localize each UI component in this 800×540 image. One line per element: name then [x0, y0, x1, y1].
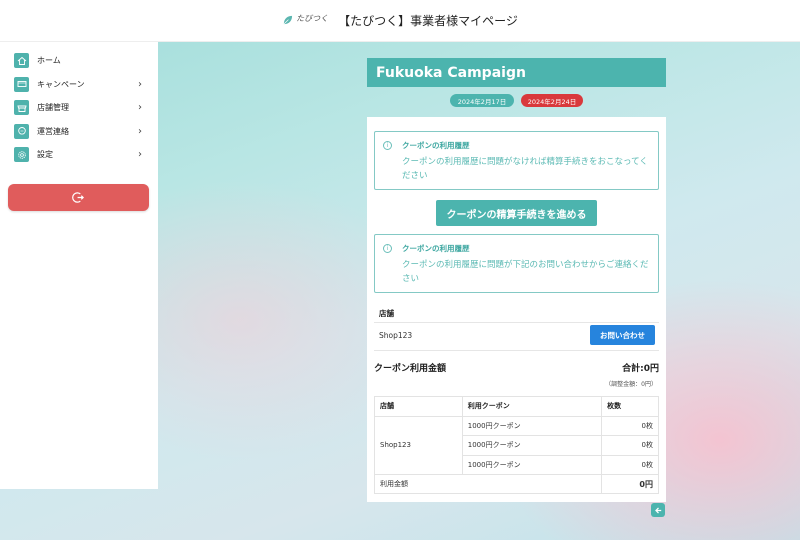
sidebar-item-campaign[interactable]: キャンペーン › [0, 73, 158, 97]
info-icon: i [383, 244, 392, 253]
qty-cell: 0枚 [601, 415, 659, 436]
column-header: 利用クーポン [461, 396, 603, 417]
notice-box: i クーポンの利用履歴 クーポンの利用履歴に問題が下記のお問い合わせからご連絡く… [374, 234, 659, 293]
top-header: たびつく 【たびつく】事業者様マイページ [0, 0, 800, 42]
divider [374, 350, 659, 351]
brand-logo[interactable]: たびつく [282, 14, 329, 26]
coupon-cell: 1000円クーポン [461, 435, 603, 456]
sidebar-item-contact[interactable]: 運営連絡 › [0, 120, 158, 144]
store-cell: Shop123 [374, 415, 463, 475]
sidebar-item-label: ホーム [37, 56, 61, 66]
sidebar-item-label: キャンペーン [37, 79, 85, 89]
store-label: 店舗 [379, 309, 394, 318]
back-button[interactable] [651, 503, 665, 517]
sidebar-item-store[interactable]: 店舗管理 › [0, 96, 158, 120]
contact-button[interactable]: お問い合わせ [590, 325, 655, 345]
end-date-badge: 2024年2月24日 [521, 94, 583, 107]
logout-button[interactable] [8, 184, 149, 211]
notice-heading: クーポンの利用履歴 [402, 141, 470, 150]
coupon-cell: 1000円クーポン [461, 415, 603, 436]
amount-heading: クーポン利用金額 [374, 364, 447, 374]
notice-text: クーポンの利用履歴に問題がなければ精算手続きをおこなってください [402, 157, 648, 181]
campaign-title: Fukuoka Campaign [367, 58, 666, 87]
coupon-usage-table: 店舗 利用クーポン 枚数 Shop123 1000円クーポン 0枚 1000円ク… [373, 396, 659, 494]
home-icon [14, 53, 29, 69]
total-amount: 合計:0円 [622, 364, 659, 374]
notice-box: i クーポンの利用履歴 クーポンの利用履歴に問題がなければ精算手続きをおこなって… [374, 131, 659, 190]
store-name: Shop123 [379, 331, 413, 340]
divider [374, 322, 659, 323]
logout-icon [72, 192, 84, 203]
sidebar: ホーム キャンペーン › 店舗管理 › 運営連絡 › 設定 › [0, 42, 158, 489]
logo-text: たびつく [296, 14, 329, 23]
sum-row: 利用金額 0円 [373, 474, 659, 494]
chat-icon [14, 123, 29, 139]
sidebar-item-label: 運営連絡 [37, 126, 69, 136]
settle-button[interactable]: クーポンの精算手続きを進める [436, 200, 597, 226]
chevron-right-icon: › [138, 149, 142, 161]
chevron-right-icon: › [138, 125, 142, 137]
arrow-left-icon [654, 507, 661, 513]
start-date-badge: 2024年2月17日 [450, 94, 514, 107]
leaf-logo-icon [283, 15, 293, 25]
column-header: 店舗 [374, 396, 463, 417]
sum-label: 利用金額 [373, 474, 603, 494]
chevron-right-icon: › [138, 78, 142, 90]
column-header: 枚数 [601, 396, 659, 417]
gear-icon [14, 147, 29, 163]
page-title: 【たびつく】事業者様マイページ [338, 14, 518, 28]
ticket-icon [14, 76, 29, 92]
table-row: Shop123 1000円クーポン 0枚 [374, 415, 659, 475]
qty-cell: 0枚 [601, 435, 659, 456]
chevron-right-icon: › [138, 102, 142, 114]
notice-heading: クーポンの利用履歴 [402, 244, 470, 253]
info-icon: i [383, 141, 392, 150]
sum-value: 0円 [601, 474, 659, 494]
coupon-card: i クーポンの利用履歴 クーポンの利用履歴に問題がなければ精算手続きをおこなって… [367, 117, 666, 502]
coupon-cell: 1000円クーポン [461, 454, 603, 475]
adjust-amount: （調整金額：0円） [605, 381, 657, 388]
store-icon [14, 100, 29, 116]
sidebar-item-home[interactable]: ホーム [0, 49, 158, 73]
sidebar-item-settings[interactable]: 設定 › [0, 143, 158, 167]
table-header-row: 店舗 利用クーポン 枚数 [374, 396, 659, 417]
sidebar-item-label: 設定 [37, 150, 53, 160]
qty-cell: 0枚 [601, 454, 659, 475]
notice-text: クーポンの利用履歴に問題が下記のお問い合わせからご連絡ください [402, 260, 649, 284]
sidebar-item-label: 店舗管理 [37, 103, 69, 113]
